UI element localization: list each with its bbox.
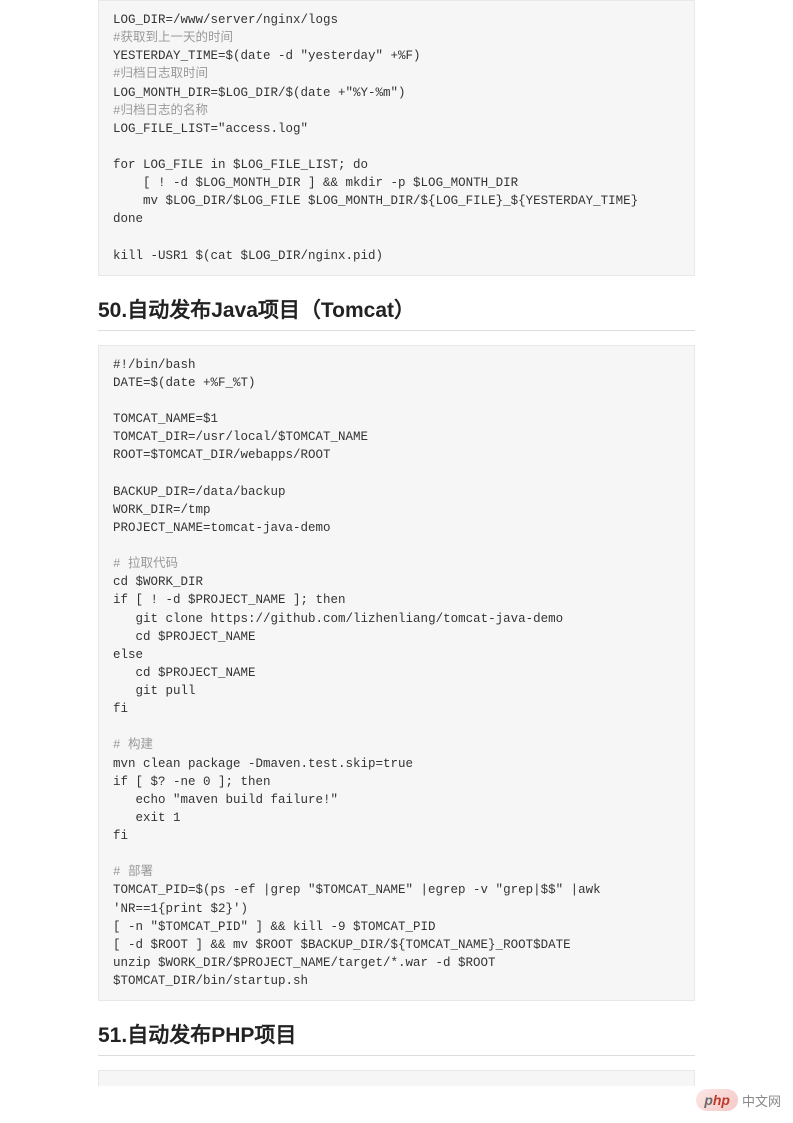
code-block-tomcat-deploy: #!/bin/bash DATE=$(date +%F_%T) TOMCAT_N… xyxy=(98,345,695,1001)
watermark-badge: php xyxy=(696,1089,738,1111)
code-block-php-deploy xyxy=(98,1070,695,1086)
watermark-text: 中文网 xyxy=(742,1091,781,1110)
watermark: php 中文网 xyxy=(696,1089,781,1111)
code-block-nginx-log: LOG_DIR=/www/server/nginx/logs #获取到上一天的时… xyxy=(98,0,695,276)
watermark-badge-p: p xyxy=(704,1092,713,1108)
code-content: LOG_DIR=/www/server/nginx/logs #获取到上一天的时… xyxy=(113,11,680,265)
section-heading-50: 50.自动发布Java项目（Tomcat） xyxy=(98,294,695,331)
code-content: #!/bin/bash DATE=$(date +%F_%T) TOMCAT_N… xyxy=(113,356,680,990)
section-heading-51: 51.自动发布PHP项目 xyxy=(98,1019,695,1056)
watermark-badge-hp: hp xyxy=(713,1092,730,1108)
